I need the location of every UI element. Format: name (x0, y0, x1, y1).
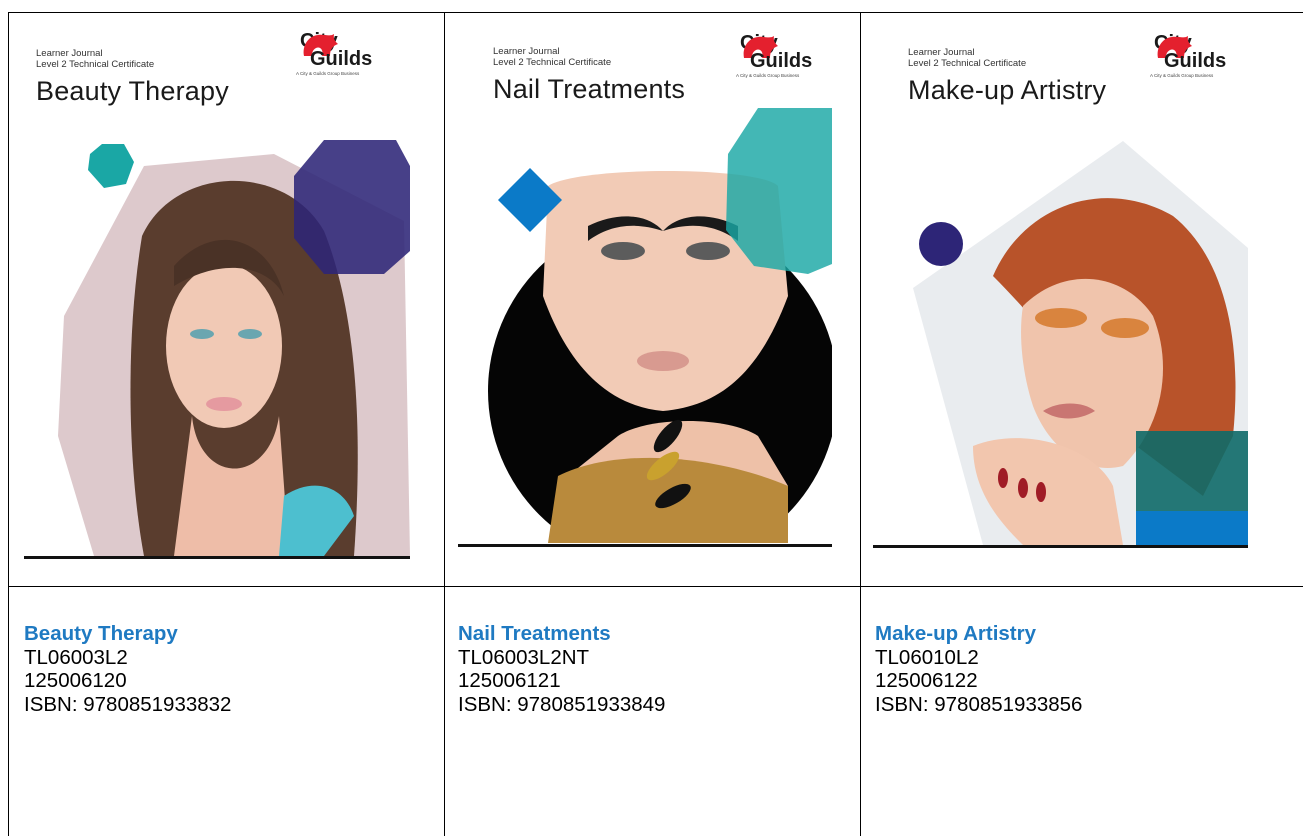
table-column-divider (860, 12, 861, 836)
cover-series-line: Level 2 Technical Certificate (493, 57, 612, 68)
logo-tagline: A City & Guilds Group Business (296, 71, 360, 76)
product-info-make-up-artistry: Make-up Artistry TL06010L2 125006122 ISB… (875, 622, 1082, 716)
table-top-border (8, 12, 1303, 13)
book-cover-nail-treatments[interactable]: Learner Journal Level 2 Technical Certif… (458, 16, 832, 543)
product-isbn: ISBN: 9780851933856 (875, 692, 1083, 716)
table-column-divider (444, 12, 445, 836)
product-code: TL06003L2 (24, 645, 128, 669)
book-cover-beauty-therapy[interactable]: Learner Journal Level 2 Technical Certif… (24, 16, 410, 556)
cover-series-line: Learner Journal (908, 47, 975, 58)
product-title-link[interactable]: Beauty Therapy (24, 622, 231, 646)
logo-tagline: A City & Guilds Group Business (736, 73, 800, 78)
logo-tagline: A City & Guilds Group Business (1150, 73, 1214, 78)
product-info-beauty-therapy: Beauty Therapy TL06003L2 125006120 ISBN:… (24, 622, 231, 716)
logo-text: Guilds (1164, 50, 1227, 72)
product-number: 125006121 (458, 669, 561, 692)
logo-text: Guilds (750, 50, 813, 72)
product-number: 125006122 (875, 669, 978, 692)
cover-title: Beauty Therapy (36, 76, 229, 106)
product-number: 125006120 (24, 669, 127, 692)
cover-base-line (458, 544, 832, 547)
cover-base-line (24, 556, 410, 559)
table-left-border (8, 12, 9, 836)
product-title-link[interactable]: Nail Treatments (458, 622, 665, 646)
cover-title: Nail Treatments (493, 74, 686, 104)
cover-series-line: Learner Journal (493, 46, 560, 57)
logo-text: Guilds (310, 48, 373, 70)
product-title-link[interactable]: Make-up Artistry (875, 622, 1082, 646)
cover-series-line: Level 2 Technical Certificate (908, 58, 1027, 69)
cover-base-line (873, 545, 1248, 548)
product-isbn: ISBN: 9780851933849 (458, 692, 666, 716)
cover-series-line: Learner Journal (36, 48, 103, 59)
product-info-nail-treatments: Nail Treatments TL06003L2NT 125006121 IS… (458, 622, 665, 716)
table-row-divider (8, 586, 1303, 587)
cover-series-line: Level 2 Technical Certificate (36, 59, 155, 70)
product-isbn: ISBN: 9780851933832 (24, 692, 232, 716)
book-cover-make-up-artistry[interactable]: Learner Journal Level 2 Technical Certif… (873, 16, 1248, 545)
product-code: TL06010L2 (875, 645, 979, 669)
product-code: TL06003L2NT (458, 645, 590, 669)
cover-title: Make-up Artistry (908, 75, 1107, 105)
